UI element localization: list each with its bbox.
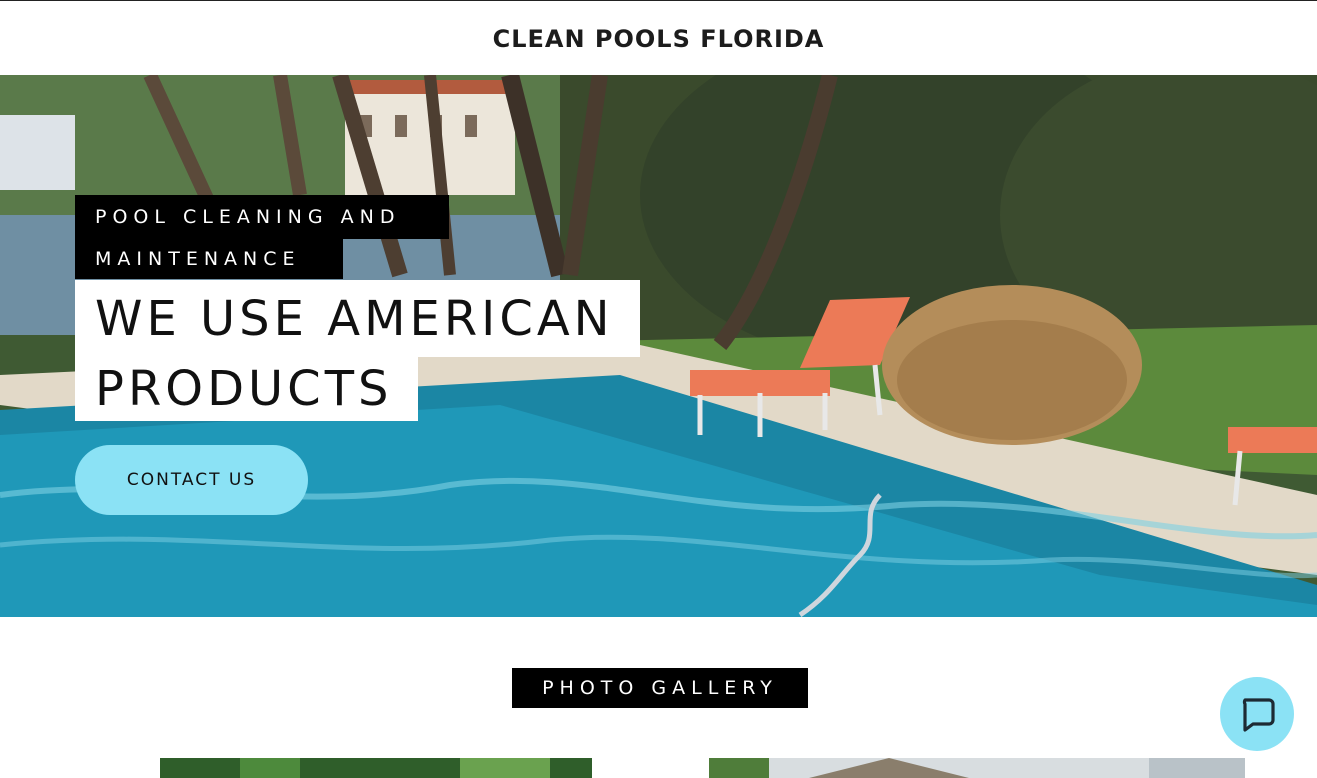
gallery-thumbnail-2[interactable] — [709, 758, 1245, 778]
hero-section: POOL CLEANING AND MAINTENANCE WE USE AME… — [0, 75, 1317, 617]
photo-gallery-heading: PHOTO GALLERY — [512, 668, 808, 708]
tropical-plants-photo — [160, 758, 592, 778]
hero-tagline-line1: POOL CLEANING AND — [75, 195, 449, 239]
hero-tagline-line2: MAINTENANCE — [75, 239, 343, 279]
hero-headline-line1: WE USE AMERICAN — [75, 280, 640, 357]
hero-headline-line2-text: PRODUCTS — [95, 361, 393, 417]
contact-us-button[interactable]: CONTACT US — [75, 445, 308, 515]
hero-tagline-line1-text: POOL CLEANING AND — [95, 206, 401, 228]
chat-bubble-icon — [1242, 698, 1275, 732]
gallery-thumbnail-1[interactable] — [160, 758, 592, 778]
chat-button[interactable] — [1220, 677, 1294, 751]
house-roof-photo — [709, 758, 1245, 778]
hero-headline-line2: PRODUCTS — [75, 357, 418, 421]
hero-headline-line1-text: WE USE AMERICAN — [95, 290, 614, 347]
site-header: CLEAN POOLS FLORIDA — [0, 2, 1317, 75]
site-title[interactable]: CLEAN POOLS FLORIDA — [493, 25, 825, 53]
hero-tagline-line2-text: MAINTENANCE — [95, 248, 301, 270]
